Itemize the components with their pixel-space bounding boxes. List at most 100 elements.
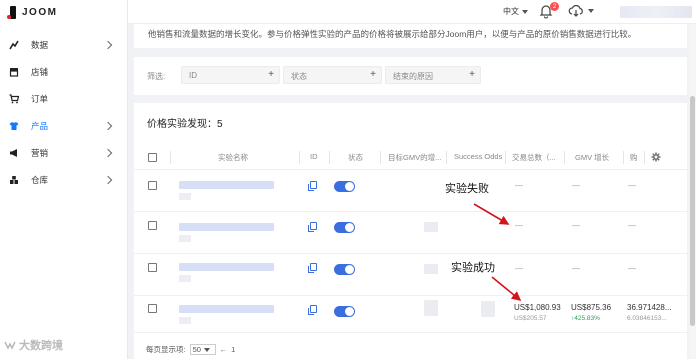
col-status[interactable]: 状态 [348, 152, 363, 163]
extra-value: — [628, 181, 636, 190]
plus-icon: + [370, 69, 376, 80]
copy-icon[interactable] [308, 263, 317, 273]
scrollbar-thumb[interactable] [690, 96, 695, 326]
sidebar-item-orders[interactable]: 订单 [0, 89, 128, 109]
page-number[interactable]: 1 [231, 345, 235, 354]
sidebar-item-store[interactable]: 店铺 [0, 62, 128, 82]
table-row[interactable]: — — — [134, 255, 687, 296]
experiments-count-title: 价格实验发现：5 [147, 119, 223, 130]
caret-down-icon [522, 9, 528, 14]
column-divider [170, 151, 171, 164]
filter-end-reason[interactable]: 结束的原因 + [385, 66, 481, 84]
select-all-checkbox[interactable] [148, 153, 157, 162]
total-trans-value: — [515, 181, 523, 190]
filter-id-placeholder: ID [189, 71, 197, 80]
notification-button[interactable]: 2 [538, 2, 559, 21]
language-selector[interactable]: 中文 [503, 6, 528, 17]
prev-page-button[interactable]: ← [220, 345, 228, 354]
experiments-card: 价格实验发现：5 实验名称 ID 状态 目标GMV的增... Success O… [134, 103, 687, 359]
trend-chart-icon [9, 40, 19, 50]
gmv-growth-value: US$875.36 [571, 303, 612, 312]
warehouse-icon [9, 175, 19, 185]
success-odds-blurred [481, 301, 495, 317]
filter-label: 筛选: [147, 72, 166, 81]
column-divider [644, 151, 645, 164]
sidebar-item-label: 数据 [31, 40, 49, 50]
language-label: 中文 [503, 7, 519, 16]
table-row[interactable]: — — — [134, 213, 687, 254]
col-success-odds[interactable]: Success Odds [454, 152, 502, 161]
cloud-download-menu[interactable] [568, 4, 594, 18]
status-toggle[interactable] [334, 222, 355, 233]
gmv-growth-percent: ↑425.83% [571, 315, 600, 322]
gmv-growth-value: — [572, 264, 580, 273]
caret-down-icon [203, 347, 210, 352]
watermark-text: 大数跨境 [19, 340, 63, 352]
col-extra[interactable]: 购 [630, 152, 638, 163]
user-account-blurred[interactable] [620, 6, 692, 18]
notification-badge: 2 [550, 2, 559, 11]
row-checkbox[interactable] [148, 304, 157, 313]
total-trans-value: — [515, 221, 523, 230]
experiment-name-blurred[interactable] [179, 181, 274, 189]
sidebar-item-label: 店铺 [31, 67, 49, 77]
annotation-success: 实验成功 [449, 259, 497, 275]
caret-down-icon [588, 9, 594, 13]
sidebar-item-label: 产品 [31, 121, 49, 131]
extra-value: 36.971428... [627, 303, 672, 312]
copy-icon[interactable] [308, 222, 317, 232]
gmv-growth-value: — [572, 221, 580, 230]
status-toggle[interactable] [334, 264, 355, 275]
row-checkbox[interactable] [148, 221, 157, 230]
pagination: 每页显示项: 50 ← 1 [146, 344, 235, 355]
experiment-sub-blurred [179, 193, 191, 200]
copy-icon[interactable] [308, 305, 317, 315]
filter-card: 筛选: ID + 状态 + 结束的原因 + [134, 57, 687, 95]
description-card: 他销售和流量数据的增长变化。参与价格弹性实验的产品的价格将被展示给部分Joom用… [134, 24, 687, 48]
target-gmv-blurred [424, 300, 438, 316]
joom-logo[interactable]: JOOM [7, 4, 58, 20]
filter-id[interactable]: ID + [181, 66, 280, 84]
logo-text: JOOM [22, 6, 58, 18]
watermark-logo-icon [4, 341, 16, 350]
sidebar-item-data[interactable]: 数据 [0, 35, 128, 55]
status-toggle[interactable] [334, 181, 355, 192]
sidebar: JOOM 数据 店铺 订单 产品 营销 仓库 [0, 0, 128, 359]
experiment-name-blurred[interactable] [179, 223, 274, 231]
row-checkbox[interactable] [148, 263, 157, 272]
column-divider [623, 151, 624, 164]
table-row[interactable]: US$1,080.93 US$205.57 US$875.36 ↑425.83%… [134, 297, 687, 333]
page-size-value: 50 [192, 345, 201, 354]
total-trans-sub: US$205.57 [514, 315, 547, 322]
chevron-right-icon [103, 175, 113, 185]
plus-icon: + [268, 69, 274, 80]
experiment-sub-blurred [179, 235, 191, 242]
page-size-select[interactable]: 50 [189, 344, 216, 355]
watermark: 大数跨境 [4, 337, 63, 353]
col-target-gmv[interactable]: 目标GMV的增... [388, 152, 441, 163]
table-header: 实验名称 ID 状态 目标GMV的增... Success Odds 交易总数（… [134, 145, 687, 170]
copy-icon[interactable] [308, 181, 317, 191]
col-total-trans[interactable]: 交易总数（... [512, 152, 556, 163]
experiment-name-blurred[interactable] [179, 305, 274, 313]
description-text: 他销售和流量数据的增长变化。参与价格弹性实验的产品的价格将被展示给部分Joom用… [148, 29, 637, 39]
filter-status[interactable]: 状态 + [283, 66, 382, 84]
sidebar-item-label: 订单 [31, 94, 49, 104]
sidebar-item-marketing[interactable]: 营销 [0, 143, 128, 163]
row-checkbox[interactable] [148, 181, 157, 190]
sidebar-item-products[interactable]: 产品 [0, 116, 128, 136]
column-divider [299, 151, 300, 164]
experiment-name-blurred[interactable] [179, 263, 274, 271]
filter-status-placeholder: 状态 [291, 72, 307, 81]
sidebar-item-warehouse[interactable]: 仓库 [0, 170, 128, 190]
status-toggle[interactable] [334, 306, 355, 317]
col-id[interactable]: ID [310, 152, 318, 161]
extra-value: — [628, 264, 636, 273]
column-divider [329, 151, 330, 164]
settings-gear-icon[interactable] [651, 152, 661, 162]
table-row[interactable]: — — — [134, 171, 687, 212]
col-experiment-name[interactable]: 实验名称 [218, 152, 248, 163]
chevron-right-icon [103, 121, 113, 131]
col-gmv-growth[interactable]: GMV 增长 [575, 152, 609, 163]
filter-end-reason-placeholder: 结束的原因 [393, 72, 433, 81]
